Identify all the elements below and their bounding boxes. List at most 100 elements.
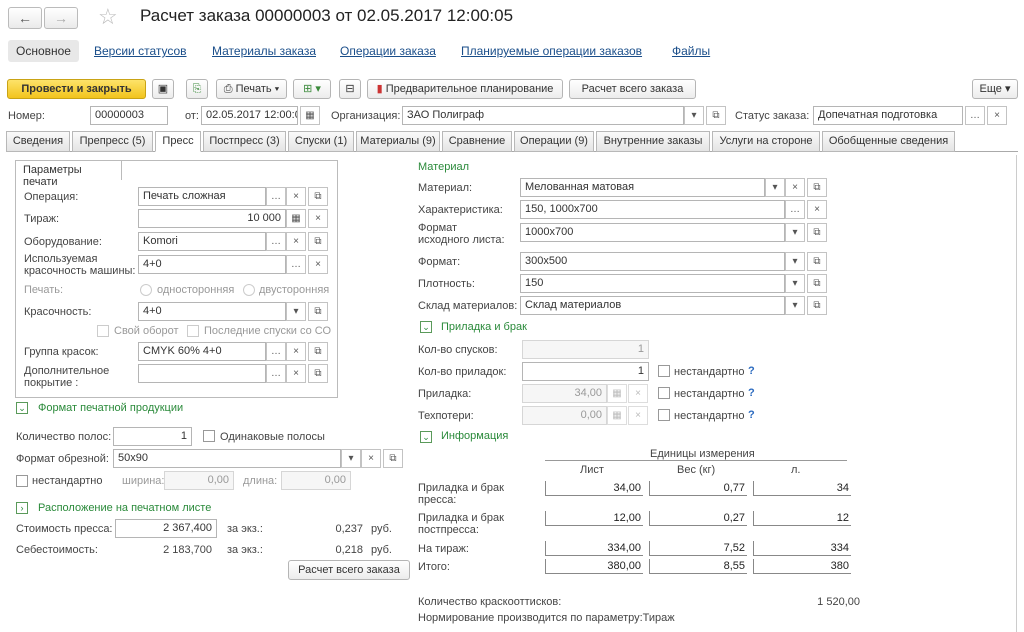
tab-materials[interactable]: Материалы (9) xyxy=(356,131,440,152)
length-field[interactable]: 0,00 xyxy=(281,471,351,490)
one-side-radio[interactable] xyxy=(140,284,152,296)
density-field[interactable]: 150 xyxy=(520,274,785,293)
format-section-title[interactable]: Формат печатной продукции xyxy=(38,402,183,414)
format-nonstandard-checkbox[interactable] xyxy=(16,475,28,487)
organization-field[interactable]: ЗАО Полиграф xyxy=(402,106,684,125)
calc-all-order-button[interactable]: Расчет всего заказа xyxy=(569,79,696,99)
tab-comparison[interactable]: Сравнение xyxy=(442,131,512,152)
makeready-collapse-icon[interactable]: ⌄ xyxy=(420,321,432,333)
last-co-checkbox[interactable] xyxy=(187,325,199,337)
ink-group-open-icon[interactable]: ⧉ xyxy=(308,342,328,361)
help-icon[interactable]: ? xyxy=(748,365,755,377)
makeready-nonstandard-checkbox[interactable] xyxy=(658,387,670,399)
section-order-materials[interactable]: Материалы заказа xyxy=(212,44,316,58)
extra-cover-clear-icon[interactable]: × xyxy=(286,364,306,383)
run-field[interactable]: 10 000 xyxy=(138,209,286,228)
tab-internal-orders[interactable]: Внутренние заказы xyxy=(596,131,710,152)
source-format-field[interactable]: 1000x700 xyxy=(520,223,785,242)
section-planned-operations[interactable]: Планируемые операции заказов xyxy=(461,44,642,58)
format-collapse-icon[interactable]: ⌄ xyxy=(16,402,28,414)
makeready-field[interactable]: 34,00 xyxy=(522,384,607,403)
tech-loss-calculator-icon[interactable]: ▦ xyxy=(607,406,627,425)
warehouse-field[interactable]: Склад материалов xyxy=(520,296,785,315)
makeready-clear-icon[interactable]: × xyxy=(628,384,648,403)
density-open-icon[interactable]: ⧉ xyxy=(807,274,827,293)
format-open-icon[interactable]: ⧉ xyxy=(807,252,827,271)
tab-summary[interactable]: Обобщенные сведения xyxy=(822,131,955,152)
impositions-count-field[interactable]: 1 xyxy=(522,340,649,359)
create-based-on-button[interactable]: ⊞ ▾ xyxy=(293,79,331,99)
post-icon[interactable]: ⎘ xyxy=(186,79,208,99)
operation-select-icon[interactable]: … xyxy=(266,187,286,206)
format-field[interactable]: 300x500 xyxy=(520,252,785,271)
structure-icon[interactable]: ⊟ xyxy=(339,79,361,99)
run-clear-icon[interactable]: × xyxy=(308,209,328,228)
density-dropdown-icon[interactable]: ▾ xyxy=(785,274,805,293)
date-field[interactable]: 02.05.2017 12:00:0 xyxy=(201,106,298,125)
help-icon[interactable]: ? xyxy=(748,409,755,421)
back-button[interactable]: ← xyxy=(8,7,42,29)
extra-cover-select-icon[interactable]: … xyxy=(266,364,286,383)
source-format-open-icon[interactable]: ⧉ xyxy=(807,223,827,242)
colors-open-icon[interactable]: ⧉ xyxy=(308,302,328,321)
extra-cover-open-icon[interactable]: ⧉ xyxy=(308,364,328,383)
trim-clear-icon[interactable]: × xyxy=(361,449,381,468)
run-calculator-icon[interactable]: ▦ xyxy=(286,209,306,228)
material-clear-icon[interactable]: × xyxy=(785,178,805,197)
post-and-close-button[interactable]: Провести и закрыть xyxy=(7,79,146,99)
calendar-icon[interactable]: ▦ xyxy=(300,106,320,125)
number-field[interactable]: 00000003 xyxy=(90,106,168,125)
pages-field[interactable]: 1 xyxy=(113,427,192,446)
tech-loss-nonstandard-checkbox[interactable] xyxy=(658,409,670,421)
equipment-clear-icon[interactable]: × xyxy=(286,232,306,251)
makeready-count-nonstandard-checkbox[interactable] xyxy=(658,365,670,377)
extra-cover-field[interactable] xyxy=(138,364,266,383)
material-field[interactable]: Мелованная матовая xyxy=(520,178,765,197)
tab-postpress[interactable]: Постпресс (3) xyxy=(203,131,286,152)
format-dropdown-icon[interactable]: ▾ xyxy=(785,252,805,271)
favorite-star-icon[interactable]: ☆ xyxy=(98,4,118,30)
info-collapse-icon[interactable]: ⌄ xyxy=(420,431,432,443)
tab-impositions[interactable]: Спуски (1) xyxy=(288,131,354,152)
equipment-select-icon[interactable]: … xyxy=(266,232,286,251)
makeready-section-title[interactable]: Приладка и брак xyxy=(441,321,527,333)
colors-dropdown-icon[interactable]: ▾ xyxy=(286,302,306,321)
warehouse-open-icon[interactable]: ⧉ xyxy=(807,296,827,315)
characteristic-clear-icon[interactable]: × xyxy=(807,200,827,219)
preplanning-button[interactable]: ▮ Предварительное планирование xyxy=(367,79,563,99)
status-field[interactable]: Допечатная подготовка xyxy=(813,106,963,125)
same-strips-checkbox[interactable] xyxy=(203,430,215,442)
status-select-icon[interactable]: … xyxy=(965,106,985,125)
calc-all-order-bottom-button[interactable]: Расчет всего заказа xyxy=(288,560,410,580)
operation-clear-icon[interactable]: × xyxy=(286,187,306,206)
width-field[interactable]: 0,00 xyxy=(164,471,234,490)
section-main[interactable]: Основное xyxy=(8,40,79,62)
status-clear-icon[interactable]: × xyxy=(987,106,1007,125)
tech-loss-field[interactable]: 0,00 xyxy=(522,406,607,425)
two-side-radio[interactable] xyxy=(243,284,255,296)
section-status-versions[interactable]: Версии статусов xyxy=(94,44,187,58)
machine-colors-select-icon[interactable]: … xyxy=(286,255,306,274)
ink-group-select-icon[interactable]: … xyxy=(266,342,286,361)
equipment-open-icon[interactable]: ⧉ xyxy=(308,232,328,251)
operation-open-icon[interactable]: ⧉ xyxy=(308,187,328,206)
machine-colors-clear-icon[interactable]: × xyxy=(308,255,328,274)
organization-open-icon[interactable]: ⧉ xyxy=(706,106,726,125)
print-button[interactable]: ⎙ Печать ▾ xyxy=(216,79,287,99)
press-cost-field[interactable]: 2 367,400 xyxy=(115,519,217,538)
scrollbar-track[interactable] xyxy=(1016,155,1017,632)
own-turn-checkbox[interactable] xyxy=(97,325,109,337)
section-order-operations[interactable]: Операции заказа xyxy=(340,44,436,58)
characteristic-field[interactable]: 150, 1000x700 xyxy=(520,200,785,219)
operation-field[interactable]: Печать сложная xyxy=(138,187,266,206)
save-icon[interactable]: ▣ xyxy=(152,79,174,99)
forward-button[interactable]: → xyxy=(44,7,78,29)
tab-prepress[interactable]: Препресс (5) xyxy=(72,131,153,152)
trim-dropdown-icon[interactable]: ▾ xyxy=(341,449,361,468)
characteristic-select-icon[interactable]: … xyxy=(785,200,805,219)
trim-format-field[interactable]: 50x90 xyxy=(113,449,341,468)
ink-group-clear-icon[interactable]: × xyxy=(286,342,306,361)
material-dropdown-icon[interactable]: ▾ xyxy=(765,178,785,197)
tab-press[interactable]: Пресс xyxy=(155,131,201,152)
warehouse-dropdown-icon[interactable]: ▾ xyxy=(785,296,805,315)
